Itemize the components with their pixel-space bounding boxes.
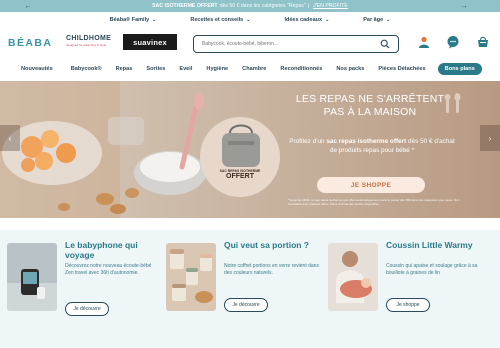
hero-title-line1: LES REPAS NE S'ARRÊTENT: [295, 93, 445, 105]
topnav-item-cadeaux[interactable]: Idées cadeaux ⌄: [284, 17, 329, 23]
cat-babycook[interactable]: Babycook®: [71, 66, 102, 72]
childhome-logo-tagline: designed for parenting in style: [66, 43, 107, 47]
account-icon[interactable]: [417, 35, 431, 49]
chevron-down-icon: ⌄: [386, 17, 391, 23]
promo-bold: SAC ISOTHERME OFFERT: [152, 3, 218, 9]
search-box[interactable]: [193, 35, 399, 53]
chat-icon[interactable]: [446, 35, 460, 49]
cat-packs[interactable]: Nos packs: [336, 66, 364, 72]
topnav-label: Béaba® Family: [109, 17, 150, 23]
topnav-label: Idées cadeaux: [284, 17, 323, 23]
card-title: Qui veut sa portion ?: [224, 240, 310, 250]
card-title: Le babyphone qui voyage: [65, 240, 138, 260]
cat-eveil[interactable]: Eveil: [179, 66, 192, 72]
hero-shop-button[interactable]: JE SHOPPE: [317, 177, 425, 193]
hero-text-bold: sac repas isotherme offert: [326, 138, 407, 145]
hero-text-pre: Profitez d'un: [289, 138, 327, 145]
hero-title: LES REPAS NE S'ARRÊTENT PAS À LA MAISON: [280, 93, 460, 119]
bons-plans-button[interactable]: Bons plans: [437, 62, 482, 75]
search-icon[interactable]: [380, 39, 390, 49]
hero-badge-line2: OFFERT: [226, 173, 254, 180]
promo-next-icon[interactable]: →: [458, 0, 470, 12]
cat-repas[interactable]: Repas: [116, 66, 133, 72]
topnav-item-recettes[interactable]: Recettes et conseils ⌄: [190, 17, 250, 23]
suavinex-logo[interactable]: suavinex: [123, 34, 177, 50]
topnav-item-family[interactable]: Béaba® Family ⌄: [110, 17, 157, 23]
card-discover-button[interactable]: Je découvre: [224, 298, 268, 312]
top-nav: Béaba® Family ⌄ Recettes et conseils ⌄ Idé…: [0, 12, 500, 28]
hero-banner[interactable]: ‹ › SAC REPAS ISOTHERME OFFERT LES REPAS…: [0, 81, 500, 218]
site-header: BÉABA CHILDHOME designed for parenting i…: [0, 28, 500, 58]
topnav-label: Par âge: [363, 17, 384, 23]
childhome-logo[interactable]: CHILDHOME designed for parenting in styl…: [66, 35, 118, 53]
promo-bar: ← SAC ISOTHERME OFFERT dès 50 € dans les…: [0, 0, 500, 12]
hero-title-line2: PAS À LA MAISON: [323, 106, 417, 118]
hero-prev-icon[interactable]: ‹: [0, 125, 20, 151]
card-desc: Découvrez notre nouveau écoute-bébé Zen …: [65, 263, 152, 276]
promo-prev-icon[interactable]: ←: [22, 0, 34, 12]
cat-sorties[interactable]: Sorties: [146, 66, 165, 72]
cat-hygiene[interactable]: Hygiène: [206, 66, 228, 72]
cat-pieces[interactable]: Pièces Détachées: [378, 66, 425, 72]
chevron-down-icon: ⌄: [152, 17, 157, 23]
card-desc: Notre coffret portions en verre revient …: [224, 263, 319, 276]
card-coussin[interactable]: Coussin Little Warmy Coussin qui apaise …: [328, 240, 483, 324]
promo-cta-link[interactable]: J'EN PROFITE: [313, 3, 348, 9]
search-input[interactable]: [202, 39, 377, 49]
beaba-logo[interactable]: BÉABA: [8, 37, 52, 49]
chevron-down-icon: ⌄: [246, 17, 251, 23]
cat-reconditionnes[interactable]: Reconditionnés: [280, 66, 322, 72]
card-portions[interactable]: Qui veut sa portion ? Notre coffret port…: [166, 240, 321, 324]
promo-cards: Le babyphone qui voyage Découvrez notre …: [0, 230, 500, 348]
hero-next-icon[interactable]: ›: [480, 125, 500, 151]
card-title: Coussin Little Warmy: [386, 240, 473, 250]
card-image: [328, 243, 378, 311]
hero-badge: SAC REPAS ISOTHERME OFFERT: [212, 169, 268, 180]
topnav-item-age[interactable]: Par âge ⌄: [363, 17, 390, 23]
card-discover-button[interactable]: Je découvre: [65, 302, 109, 316]
card-desc: Coussin qui apaise et soulage grâce à sa…: [386, 263, 478, 276]
cart-icon[interactable]: [476, 35, 490, 49]
hero-text: Profitez d'un sac repas isotherme offert…: [288, 137, 456, 155]
card-babyphone[interactable]: Le babyphone qui voyage Découvrez notre …: [7, 240, 162, 324]
childhome-logo-text: CHILDHOME: [66, 35, 112, 42]
card-shop-button[interactable]: Je shoppe: [386, 298, 430, 312]
card-image: [7, 243, 57, 311]
category-nav: Nouveautés Babycook® Repas Sorties Eveil…: [0, 60, 500, 77]
promo-text: dès 50 € dans les catégories "Repas": [219, 3, 306, 9]
hero-legal-text: *Jusqu'au 16/03, un sac repas isotherme …: [288, 198, 460, 206]
cat-chambre[interactable]: Chambre: [242, 66, 266, 72]
cat-nouveautes[interactable]: Nouveautés: [21, 66, 53, 72]
chevron-down-icon: ⌄: [325, 17, 330, 23]
topnav-label: Recettes et conseils: [190, 17, 244, 23]
card-image: [166, 243, 216, 311]
